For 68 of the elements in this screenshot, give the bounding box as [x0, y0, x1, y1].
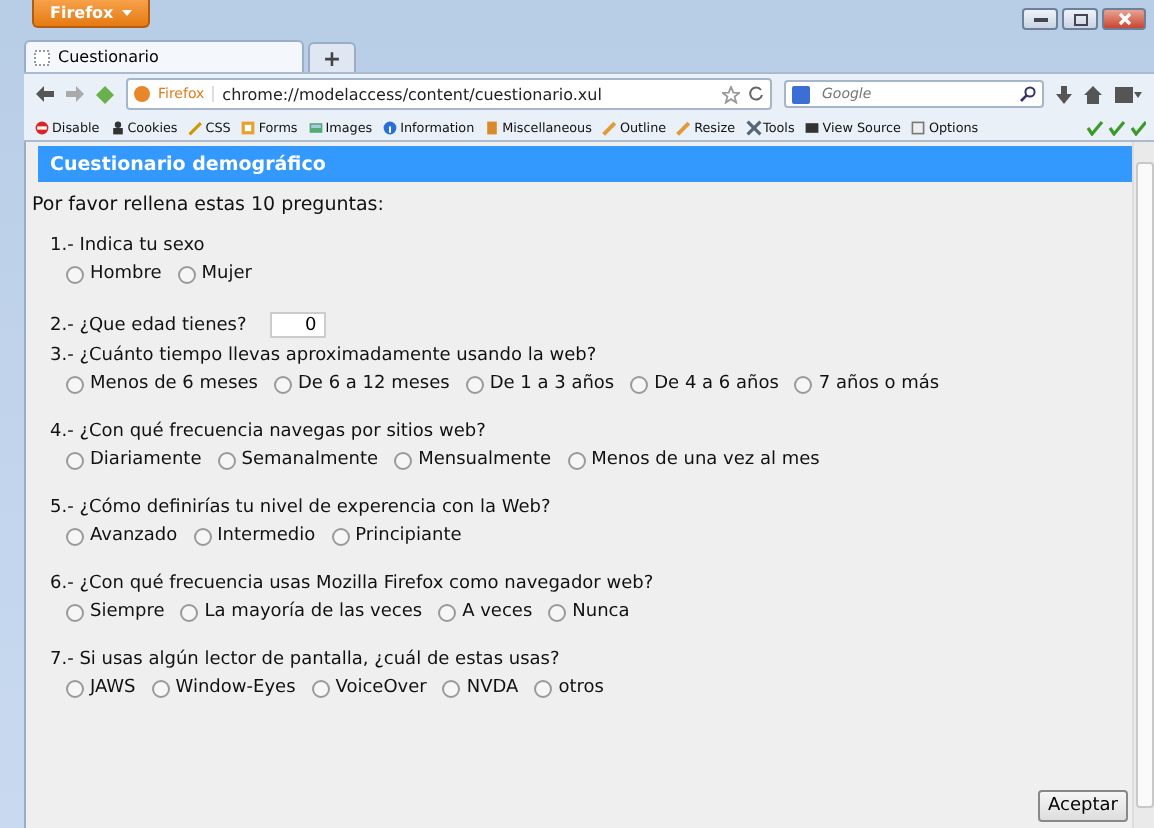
checkmarks-icon [1086, 119, 1146, 135]
accept-button[interactable]: Aceptar [1038, 790, 1128, 822]
question-text: 7.- Si usas algún lector de pantalla, ¿cuál de estas usas? [50, 650, 562, 670]
question-text: 6.- ¿Con qué frecuencia usas Mozilla Firefox como navegador web? [50, 574, 656, 594]
radio-option[interactable]: Nunca [548, 602, 630, 622]
reload-icon[interactable] [748, 86, 764, 102]
new-tab-button[interactable]: + [308, 42, 356, 72]
search-engine-icon[interactable] [792, 85, 810, 103]
question-text: 1.- Indica tu sexo [50, 236, 207, 256]
tools-icon [745, 119, 762, 135]
monitor-icon [806, 122, 819, 132]
question-text: 3.- ¿Cuánto tiempo llevas aproximadamente usando la web? [50, 346, 599, 366]
page-title-bar: Cuestionario demográfico [38, 146, 1132, 182]
radio-option[interactable]: A veces [438, 602, 533, 622]
wand-icon [187, 121, 202, 135]
minimize-button[interactable] [1022, 8, 1058, 30]
options-icon [912, 120, 926, 134]
radio-option[interactable]: De 1 a 3 años [465, 374, 615, 394]
maximize-icon [1073, 13, 1087, 25]
radio-option[interactable]: Mujer [177, 264, 253, 284]
radio-option[interactable]: Mensualmente [394, 450, 552, 470]
back-icon[interactable] [36, 86, 54, 102]
radio-option[interactable]: De 4 a 6 años [630, 374, 779, 394]
radio-option[interactable]: Diariamente [66, 450, 202, 470]
radio-option[interactable]: Principiante [331, 526, 462, 546]
search-icon[interactable] [1020, 86, 1036, 102]
radio-option[interactable]: Semanalmente [217, 450, 379, 470]
radio-option[interactable]: Intermedio [193, 526, 316, 546]
question-text: 4.- ¿Con qué frecuencia navegas por sitios web? [50, 422, 488, 442]
radio-option[interactable]: NVDA [442, 678, 519, 698]
browser-tab[interactable]: Cuestionario [24, 40, 304, 72]
question-text: 2.- ¿Que edad tienes? [50, 315, 247, 335]
intro-text: Por favor rellena estas 10 preguntas: [32, 194, 386, 216]
caret-icon [121, 10, 132, 16]
maximize-button[interactable] [1062, 8, 1098, 30]
radio-option[interactable]: JAWS [66, 678, 136, 698]
radio-option[interactable]: otros [534, 678, 604, 698]
radio-option[interactable]: Window-Eyes [151, 678, 296, 698]
question-text: 5.- ¿Cómo definirías tu nivel de experencia con la Web? [50, 498, 553, 518]
pencil-icon [602, 120, 617, 135]
bookmarks-icon[interactable] [1114, 85, 1142, 103]
radio-option[interactable]: Menos de 6 meses [66, 374, 258, 394]
document-icon [487, 120, 498, 134]
scrollbar[interactable] [1132, 142, 1154, 828]
radio-option[interactable]: La mayoría de las veces [180, 602, 423, 622]
page-icon [34, 49, 50, 65]
image-icon [309, 122, 322, 132]
form-icon [242, 120, 256, 134]
radio-option[interactable]: Menos de una vez al mes [567, 450, 820, 470]
radio-option[interactable]: Avanzado [66, 526, 178, 546]
close-button[interactable] [1102, 8, 1146, 30]
radio-option[interactable]: VoiceOver [311, 678, 427, 698]
radio-option[interactable]: De 6 a 12 meses [273, 374, 450, 394]
star-icon[interactable] [722, 85, 740, 103]
person-icon [112, 120, 123, 134]
url-text: chrome://modelaccess/content/cuestionario.xul [222, 85, 604, 103]
home-icon[interactable] [1084, 85, 1102, 103]
radio-option[interactable]: 7 años o más [794, 374, 940, 394]
radio-option[interactable]: Hombre [66, 264, 162, 284]
firefox-icon [134, 86, 150, 102]
download-icon[interactable] [1056, 85, 1072, 103]
minimize-icon [1033, 16, 1047, 22]
close-icon [1117, 12, 1131, 26]
pencil-icon [676, 120, 691, 135]
info-icon [383, 120, 397, 134]
radio-option[interactable]: Siempre [66, 602, 165, 622]
age-input[interactable]: 0 [270, 312, 327, 338]
ban-icon [35, 120, 49, 134]
